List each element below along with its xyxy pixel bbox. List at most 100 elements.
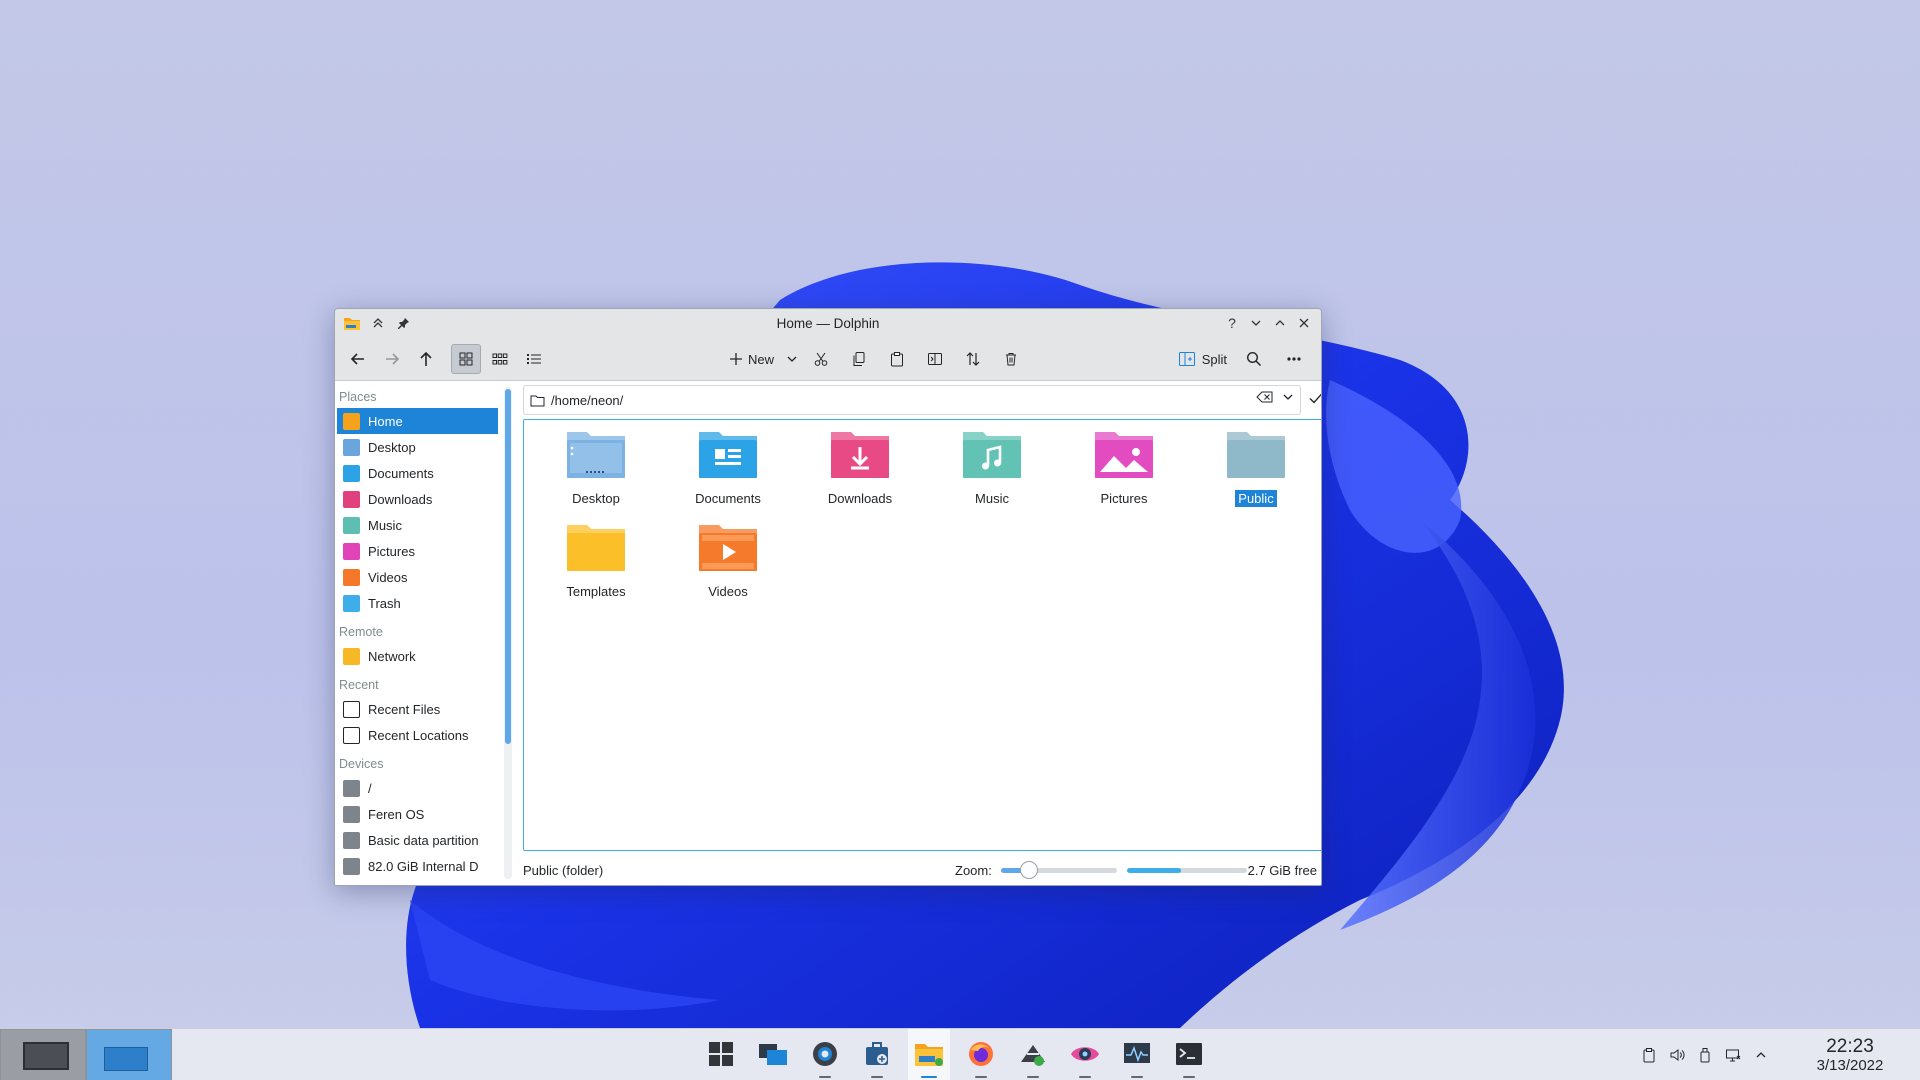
videos-folder-icon: [698, 523, 758, 573]
zoom-slider-handle[interactable]: [1019, 861, 1038, 879]
dolphin-window[interactable]: Home — Dolphin ? New Split Places Home D…: [334, 308, 1322, 886]
icons-view-button[interactable]: [451, 343, 481, 374]
sidebar-item[interactable]: Pictures: [335, 538, 500, 564]
confirm-location-button[interactable]: [1308, 390, 1321, 409]
new-menu-dropdown[interactable]: [784, 344, 800, 374]
firefox-task[interactable]: [960, 1029, 1002, 1080]
places-section-heading[interactable]: Recent: [335, 674, 500, 696]
help-button[interactable]: ?: [1221, 312, 1243, 334]
file-item[interactable]: Public: [1190, 430, 1321, 507]
sidebar-item[interactable]: Downloads: [335, 486, 500, 512]
places-section-heading[interactable]: Places: [335, 386, 500, 408]
search-button[interactable]: [1239, 344, 1269, 374]
file-item[interactable]: Videos: [662, 523, 794, 600]
dolphin-task[interactable]: [908, 1029, 950, 1080]
split-button[interactable]: Split: [1172, 344, 1233, 374]
cut-button[interactable]: [806, 344, 836, 374]
chevron-down-icon[interactable]: [1282, 391, 1294, 403]
delete-button[interactable]: [996, 344, 1026, 374]
pager-window-thumb: [104, 1047, 148, 1071]
file-view[interactable]: Desktop Documents Downloads Music Pictures Pu…: [523, 419, 1321, 851]
minimize-button[interactable]: [1245, 312, 1267, 334]
file-item-label: Videos: [708, 584, 748, 599]
system-settings-task[interactable]: [804, 1029, 846, 1080]
close-icon: [1299, 318, 1309, 328]
downloads-icon: [343, 490, 360, 508]
sidebar-item[interactable]: Basic data partition: [335, 827, 500, 853]
up-button[interactable]: [411, 344, 441, 374]
status-text: Public (folder): [523, 862, 604, 878]
public-folder-icon: [1226, 430, 1286, 480]
sidebar-item[interactable]: Music: [335, 512, 500, 538]
sidebar-item-label: Desktop: [368, 439, 416, 455]
digital-clock[interactable]: 22:23 3/13/2022: [1800, 1037, 1900, 1075]
application-launcher-task[interactable]: [700, 1029, 742, 1080]
usb-device-icon[interactable]: [1696, 1046, 1714, 1064]
more-options-button[interactable]: [1279, 344, 1309, 374]
sidebar-item[interactable]: Recent Files: [335, 696, 500, 722]
places-section-heading[interactable]: Remote: [335, 621, 500, 643]
sidebar-item[interactable]: Documents: [335, 460, 500, 486]
file-item-label: Desktop: [572, 491, 620, 506]
dolphin-app-icon[interactable]: [341, 312, 363, 334]
task-running-indicator: [975, 1076, 987, 1078]
terminal-task[interactable]: [1168, 1029, 1210, 1080]
music-icon: [343, 516, 360, 534]
location-bar[interactable]: /home/neon/: [523, 385, 1321, 415]
volume-icon[interactable]: [1668, 1046, 1686, 1064]
compact-view-button[interactable]: [485, 344, 515, 374]
places-panel: Places Home Desktop Documents Downloads Music…: [335, 381, 500, 885]
maximize-button[interactable]: [1269, 312, 1291, 334]
back-button[interactable]: [343, 344, 373, 374]
sidebar-item[interactable]: Videos: [335, 564, 500, 590]
properties-button[interactable]: [920, 344, 950, 374]
sidebar-item[interactable]: Feren OS: [335, 801, 500, 827]
sidebar-item[interactable]: /: [335, 775, 500, 801]
virtual-desktop-2[interactable]: [86, 1029, 172, 1080]
file-item[interactable]: Pictures: [1058, 430, 1190, 507]
new-button[interactable]: New: [723, 344, 780, 374]
location-path[interactable]: /home/neon/: [551, 393, 623, 408]
file-item[interactable]: Documents: [662, 430, 794, 507]
network-icon[interactable]: [1724, 1046, 1742, 1064]
close-button[interactable]: [1293, 312, 1315, 334]
firefox-icon: [967, 1040, 995, 1071]
zoom-slider[interactable]: [1001, 861, 1117, 879]
task-running-indicator: [1079, 1076, 1091, 1078]
sidebar-item[interactable]: Home: [337, 408, 498, 434]
file-item[interactable]: Downloads: [794, 430, 926, 507]
sidebar-item-label: 82.0 GiB Internal D: [368, 858, 479, 874]
show-hidden-icons-chevron-icon[interactable]: [1752, 1046, 1770, 1064]
copy-button[interactable]: [844, 344, 874, 374]
keep-above-icon[interactable]: [367, 312, 389, 334]
file-item[interactable]: Templates: [530, 523, 662, 600]
discover-task[interactable]: [856, 1029, 898, 1080]
title-bar[interactable]: Home — Dolphin ?: [335, 309, 1321, 337]
sort-button[interactable]: [958, 344, 988, 374]
music-folder-icon: [962, 430, 1022, 480]
overview-icon: [758, 1040, 788, 1071]
file-item[interactable]: Music: [926, 430, 1058, 507]
pin-icon[interactable]: [393, 312, 415, 334]
store-task[interactable]: [1012, 1029, 1054, 1080]
overview-task[interactable]: [752, 1029, 794, 1080]
clipboard-icon[interactable]: [1640, 1046, 1658, 1064]
sidebar-item[interactable]: Trash: [335, 590, 500, 616]
sidebar-item[interactable]: Desktop: [335, 434, 500, 460]
main-toolbar: New Split: [335, 337, 1321, 381]
dolphin-icon: [914, 1041, 944, 1070]
virtual-desktop-1[interactable]: [0, 1029, 86, 1080]
places-section-heading[interactable]: Devices: [335, 753, 500, 775]
sidebar-item[interactable]: 82.0 GiB Internal D: [335, 853, 500, 879]
system-monitor-task[interactable]: [1116, 1029, 1158, 1080]
file-item[interactable]: Desktop: [530, 430, 662, 507]
sidebar-item[interactable]: Recent Locations: [335, 722, 500, 748]
sidebar-item[interactable]: Network: [335, 643, 500, 669]
places-scrollbar-handle[interactable]: [505, 389, 511, 744]
eye-task[interactable]: [1064, 1029, 1106, 1080]
forward-button[interactable]: [377, 344, 407, 374]
clear-text-icon[interactable]: [1256, 390, 1274, 404]
scissors-icon: [814, 352, 828, 366]
details-view-button[interactable]: [519, 344, 549, 374]
paste-button[interactable]: [882, 344, 912, 374]
